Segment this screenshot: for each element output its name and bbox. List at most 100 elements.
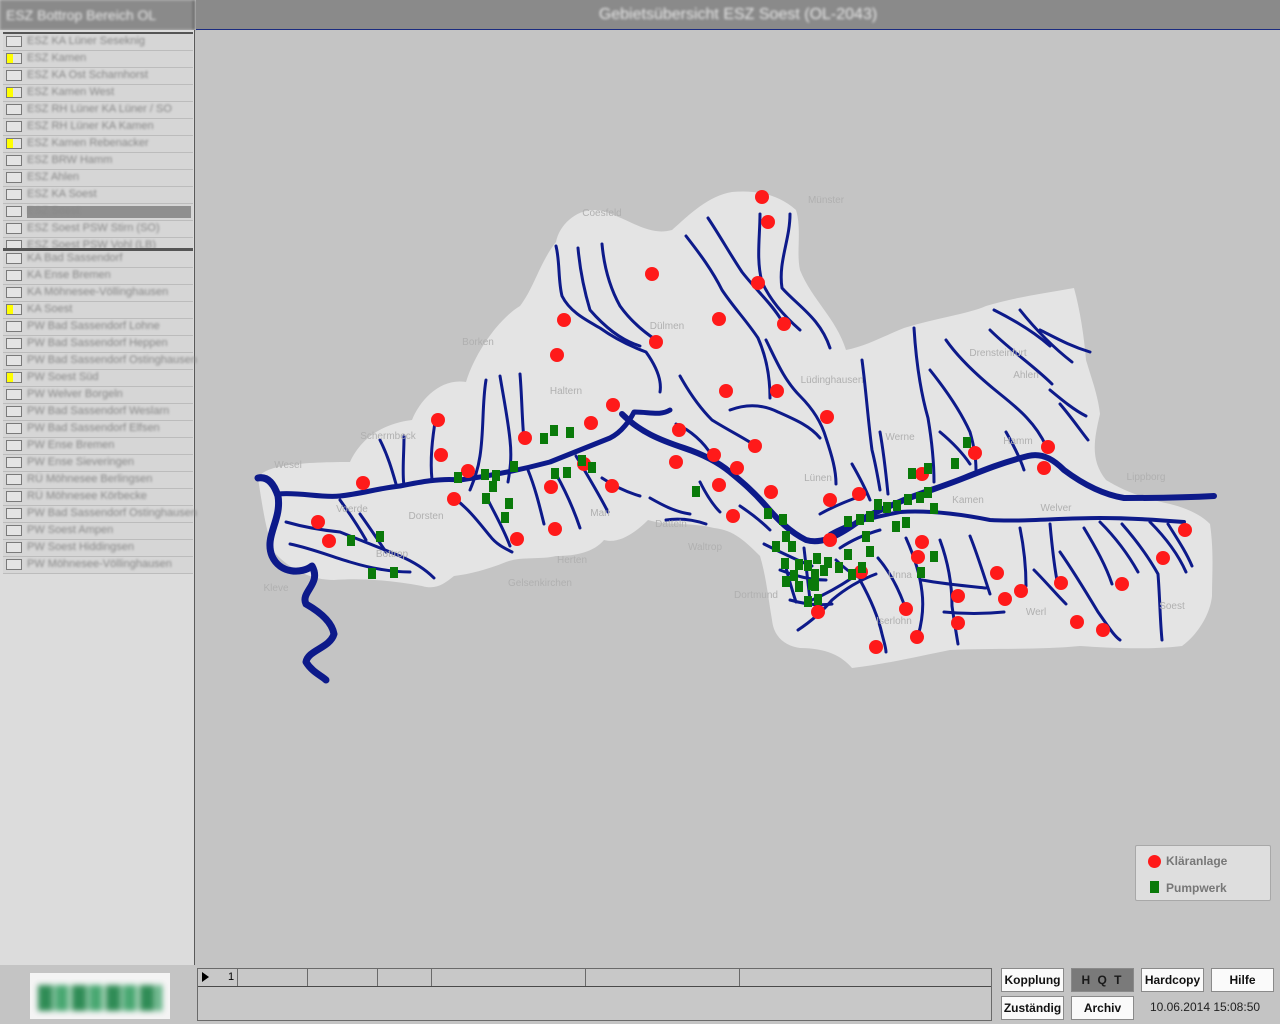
treatment-plant-marker[interactable] [730,461,744,475]
pump-station-marker[interactable] [902,517,910,528]
timeline-segment[interactable] [308,969,378,986]
station-checkbox[interactable] [6,172,22,183]
station-list-item[interactable]: PW Bad Sassendorf Ostinghausen [3,353,197,370]
pump-station-marker[interactable] [510,461,518,472]
station-list-item[interactable]: KA Ense Bremen [3,268,193,285]
treatment-plant-marker[interactable] [998,592,1012,606]
pump-station-marker[interactable] [795,559,803,570]
pump-station-marker[interactable] [811,580,819,591]
pump-station-marker[interactable] [862,531,870,542]
station-list-item[interactable]: PW Bad Sassendorf Heppen [3,336,193,353]
pump-station-marker[interactable] [874,499,882,510]
station-list-item[interactable]: RÜ Möhnesee Berlingsen [3,472,193,489]
treatment-plant-marker[interactable] [1178,523,1192,537]
treatment-plant-marker[interactable] [1070,615,1084,629]
station-list-item[interactable]: ESZ Soest [3,204,193,221]
station-checkbox[interactable] [6,372,22,383]
treatment-plant-marker[interactable] [719,384,733,398]
pump-station-marker[interactable] [930,503,938,514]
pump-station-marker[interactable] [489,481,497,492]
pump-station-marker[interactable] [924,463,932,474]
station-checkbox[interactable] [6,474,22,485]
station-list-item[interactable]: PW Bad Sassendorf Ostinghausen [3,506,197,523]
pump-station-marker[interactable] [578,455,586,466]
treatment-plant-marker[interactable] [915,535,929,549]
treatment-plant-marker[interactable] [518,431,532,445]
treatment-plant-marker[interactable] [434,448,448,462]
treatment-plant-marker[interactable] [1037,461,1051,475]
station-list-item[interactable]: ESZ RH Lüner KA Kamen [3,119,193,136]
pump-station-marker[interactable] [835,562,843,573]
hilfe-button[interactable]: Hilfe [1211,968,1274,992]
station-list-item[interactable]: ESZ BRW Hamm [3,153,193,170]
pump-station-marker[interactable] [551,468,559,479]
station-checkbox[interactable] [6,508,22,519]
station-checkbox[interactable] [6,70,22,81]
treatment-plant-marker[interactable] [770,384,784,398]
timeline-segment[interactable] [378,969,432,986]
pump-station-marker[interactable] [505,498,513,509]
pump-station-marker[interactable] [951,458,959,469]
treatment-plant-marker[interactable] [811,605,825,619]
treatment-plant-marker[interactable] [968,446,982,460]
play-icon[interactable] [202,972,209,982]
station-list-item[interactable]: RÜ Möhnesee Körbecke [3,489,193,506]
treatment-plant-marker[interactable] [1041,440,1055,454]
pump-station-marker[interactable] [893,500,901,511]
station-list-item[interactable]: PW Soest Hiddingsen [3,540,193,557]
pump-station-marker[interactable] [811,569,819,580]
station-list-item[interactable]: PW Bad Sassendorf Lohne [3,319,193,336]
station-checkbox[interactable] [6,104,22,115]
pump-station-marker[interactable] [566,427,574,438]
timeline-segment[interactable] [432,969,586,986]
treatment-plant-marker[interactable] [726,509,740,523]
pump-station-marker[interactable] [368,568,376,579]
pump-station-marker[interactable] [540,433,548,444]
pump-station-marker[interactable] [692,486,700,497]
treatment-plant-marker[interactable] [951,589,965,603]
treatment-plant-marker[interactable] [712,478,726,492]
station-checkbox[interactable] [6,53,22,64]
treatment-plant-marker[interactable] [755,190,769,204]
station-list-item[interactable]: ESZ Kamen West [3,85,193,102]
pump-station-marker[interactable] [917,567,925,578]
station-checkbox[interactable] [6,253,22,264]
station-checkbox[interactable] [6,87,22,98]
treatment-plant-marker[interactable] [322,534,336,548]
pump-station-marker[interactable] [347,535,355,546]
station-list-item[interactable]: PW Soest Ampen [3,523,193,540]
treatment-plant-marker[interactable] [1096,623,1110,637]
timeline-segment[interactable] [586,969,740,986]
treatment-plant-marker[interactable] [356,476,370,490]
pump-station-marker[interactable] [563,467,571,478]
station-checkbox[interactable] [6,36,22,47]
pump-station-marker[interactable] [866,546,874,557]
pump-station-marker[interactable] [764,508,772,519]
station-list-item[interactable]: ESZ Kamen [3,51,193,68]
pump-station-marker[interactable] [481,469,489,480]
station-checkbox[interactable] [6,457,22,468]
treatment-plant-marker[interactable] [748,439,762,453]
station-list-item[interactable]: KA Bad Sassendorf [3,251,193,268]
treatment-plant-marker[interactable] [764,485,778,499]
pump-station-marker[interactable] [904,494,912,505]
pump-station-marker[interactable] [844,516,852,527]
hqt-button[interactable]: H Q T [1071,968,1134,992]
pump-station-marker[interactable] [492,470,500,481]
treatment-plant-marker[interactable] [461,464,475,478]
station-checkbox[interactable] [6,223,22,234]
treatment-plant-marker[interactable] [557,313,571,327]
station-checkbox[interactable] [6,491,22,502]
station-list-item[interactable]: ESZ Ahlen [3,170,193,187]
treatment-plant-marker[interactable] [820,410,834,424]
treatment-plant-marker[interactable] [823,533,837,547]
station-checkbox[interactable] [6,287,22,298]
station-list-item[interactable]: ESZ KA Ost Scharnhorst [3,68,193,85]
treatment-plant-marker[interactable] [1014,584,1028,598]
pump-station-marker[interactable] [501,512,509,523]
pump-station-marker[interactable] [772,541,780,552]
pump-station-marker[interactable] [804,596,812,607]
pump-station-marker[interactable] [782,576,790,587]
treatment-plant-marker[interactable] [712,312,726,326]
treatment-plant-marker[interactable] [869,640,883,654]
